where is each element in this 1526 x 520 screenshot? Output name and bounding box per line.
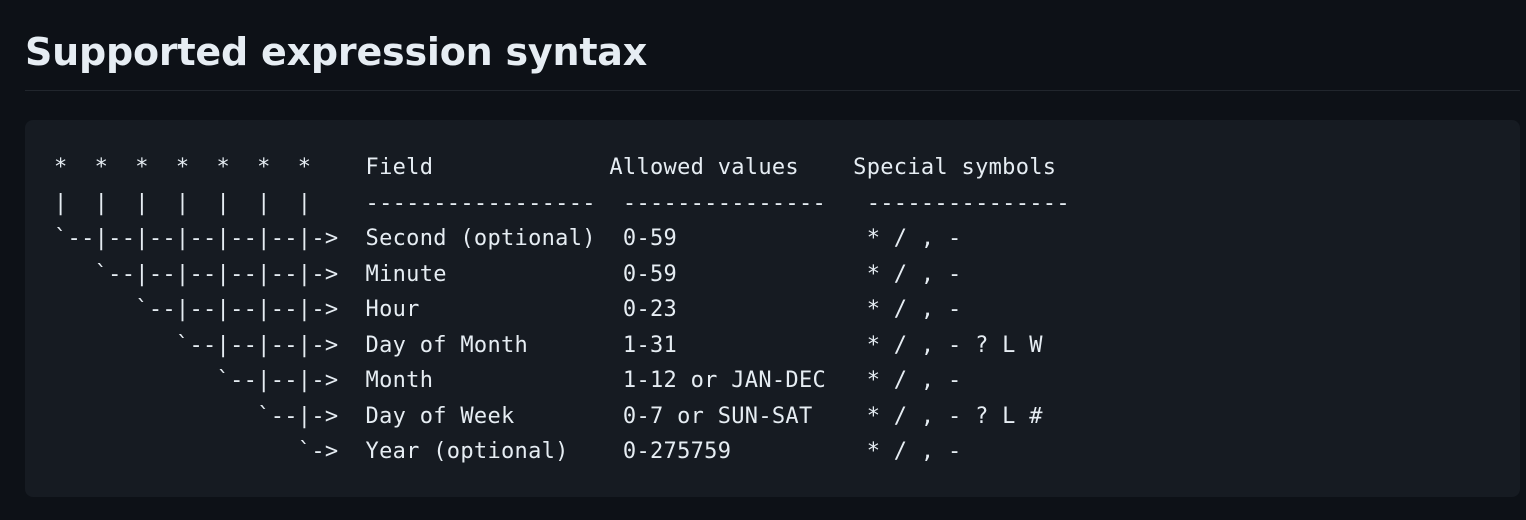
code-line-day-of-week: `--|-> Day of Week 0-7 or SUN-SAT * / , … — [54, 403, 1043, 429]
cron-syntax-code: * * * * * * * Field Allowed values Speci… — [54, 150, 1070, 470]
code-line-minute: `--|--|--|--|--|-> Minute 0-59 * / , - — [54, 261, 962, 287]
heading-divider — [25, 90, 1520, 91]
code-line-separator: | | | | | | | ----------------- --------… — [54, 190, 1070, 216]
code-line-header: * * * * * * * Field Allowed values Speci… — [54, 155, 1057, 180]
code-line-month: `--|--|-> Month 1-12 or JAN-DEC * / , - — [54, 368, 962, 393]
code-line-day-of-month: `--|--|--|-> Day of Month 1-31 * / , - ?… — [54, 332, 1043, 358]
section-heading: Supported expression syntax — [25, 30, 648, 74]
code-line-hour: `--|--|--|--|-> Hour 0-23 * / , - — [54, 297, 962, 322]
code-line-second: `--|--|--|--|--|--|-> Second (optional) … — [54, 226, 962, 251]
code-block: * * * * * * * Field Allowed values Speci… — [25, 120, 1520, 497]
code-line-year: `-> Year (optional) 0-275759 * / , - — [54, 439, 962, 464]
